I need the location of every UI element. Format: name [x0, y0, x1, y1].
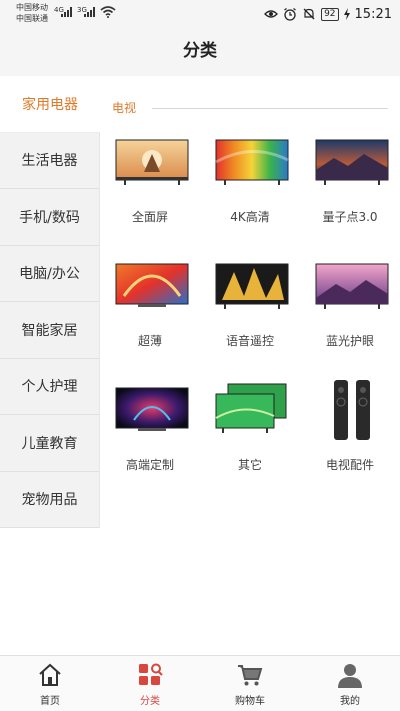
category-sidebar: 家用电器 生活电器 手机/数码 电脑/办公 智能家居 个人护理 儿童教育 宠物用… [0, 76, 100, 528]
category-content: 电视 全面屏 4K高清 量子点3.0 超薄 语音遥控 蓝光护眼 高端定制 其它 … [100, 76, 400, 654]
tv-4k-thumbnail [215, 139, 289, 185]
page-title: 分类 [183, 41, 217, 61]
nav-cart[interactable]: 购物车 [200, 656, 300, 711]
product-tile[interactable]: 量子点3.0 [300, 126, 400, 250]
nav-home[interactable]: 首页 [0, 656, 100, 711]
product-tile[interactable]: 超薄 [100, 250, 200, 374]
sidebar-item-life-appliances[interactable]: 生活电器 [0, 132, 100, 189]
tv-blue-light-thumbnail [315, 263, 389, 309]
product-label: 量子点3.0 [322, 210, 378, 224]
tv-ultra-thin-thumbnail [115, 263, 189, 307]
sidebar-item-pet-supplies[interactable]: 宠物用品 [0, 471, 100, 528]
product-tile[interactable]: 语音遥控 [200, 250, 300, 374]
tv-premium-thumbnail [115, 387, 189, 431]
carrier-2: 中国联通 [16, 14, 48, 23]
sidebar-item-personal-care[interactable]: 个人护理 [0, 358, 100, 415]
wifi-icon [100, 6, 116, 18]
clock-time: 15:21 [354, 6, 392, 22]
category-icon [139, 663, 163, 685]
section-header: 电视 [112, 100, 388, 116]
product-label: 高端定制 [125, 458, 174, 472]
carrier-1: 中国移动 [16, 3, 48, 12]
product-label: 电视配件 [325, 458, 374, 472]
tv-voice-remote-thumbnail [215, 263, 289, 309]
sidebar-item-home-appliances[interactable]: 家用电器 [0, 76, 100, 133]
nav-home-label: 首页 [40, 696, 60, 707]
product-tile[interactable]: 全面屏 [100, 126, 200, 250]
nav-category[interactable]: 分类 [100, 656, 200, 711]
sidebar-item-smart-home[interactable]: 智能家居 [0, 302, 100, 359]
nav-profile-label: 我的 [340, 696, 360, 707]
status-right: 92 15:21 [264, 5, 392, 23]
cart-icon [238, 665, 263, 686]
nav-profile[interactable]: 我的 [300, 656, 400, 711]
product-tile[interactable]: 电视配件 [300, 374, 400, 498]
product-tile[interactable]: 4K高清 [200, 126, 300, 250]
section-divider [152, 108, 388, 109]
signal-strength-icon [84, 7, 95, 17]
tv-fullscreen-thumbnail [115, 139, 189, 185]
product-label: 其它 [237, 458, 262, 472]
nav-cart-label: 购物车 [235, 696, 265, 707]
product-label: 蓝光护眼 [325, 334, 374, 348]
sidebar-item-computers-office[interactable]: 电脑/办公 [0, 245, 100, 302]
product-label: 4K高清 [230, 210, 270, 224]
product-label: 超薄 [137, 334, 162, 348]
charging-icon [343, 8, 350, 20]
signal-strength-icon [61, 7, 72, 17]
profile-icon [338, 664, 362, 688]
product-tile[interactable]: 蓝光护眼 [300, 250, 400, 374]
product-tile[interactable]: 高端定制 [100, 374, 200, 498]
home-icon [39, 663, 61, 686]
carrier-info: 中国移动 中国联通 [16, 2, 48, 24]
alarm-icon [284, 8, 296, 21]
nav-category-label: 分类 [140, 696, 160, 707]
product-tile[interactable]: 其它 [200, 374, 300, 498]
product-label: 全面屏 [131, 210, 168, 224]
status-bar: 中国移动 中国联通 4G 3G 92 15:21 [0, 0, 400, 28]
tv-other-thumbnail [215, 383, 287, 433]
section-title: 电视 [112, 101, 137, 115]
tv-quantum-dot-thumbnail [315, 139, 389, 185]
mute-icon [303, 8, 315, 20]
product-label: 语音遥控 [225, 334, 274, 348]
sidebar-item-phones-digital[interactable]: 手机/数码 [0, 189, 100, 246]
bottom-nav: 首页 分类 购物车 我的 [0, 655, 400, 711]
sidebar-item-kids-education[interactable]: 儿童教育 [0, 415, 100, 472]
eye-icon [264, 10, 278, 18]
tv-remote-accessory-thumbnail [334, 380, 370, 440]
battery-level: 92 [321, 7, 339, 21]
app-header: 分类 [0, 28, 400, 76]
